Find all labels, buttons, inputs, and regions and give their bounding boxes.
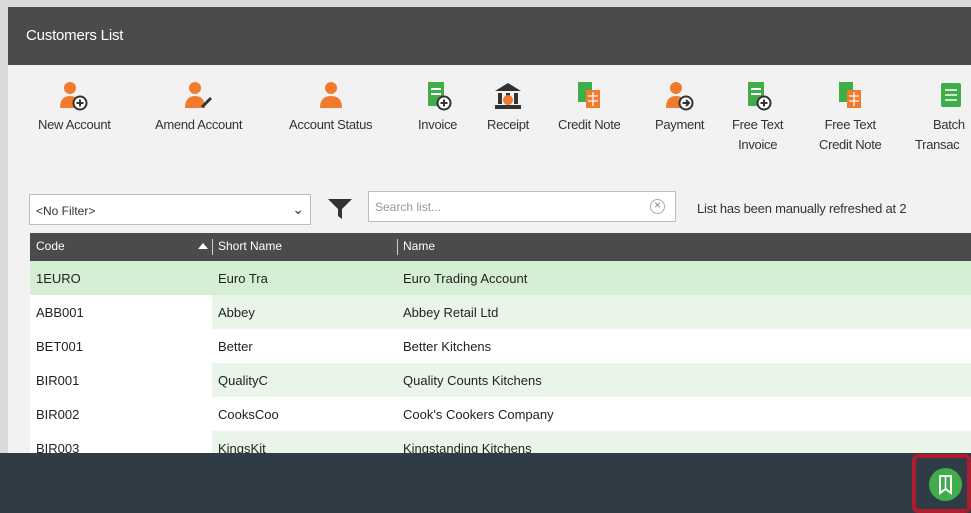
chevron-down-icon: ⌄ xyxy=(292,201,304,217)
taskbar xyxy=(0,453,971,513)
free-text-credit-note-label-2: Credit Note xyxy=(819,137,882,152)
invoice-button[interactable]: Invoice xyxy=(418,77,457,135)
bank-icon xyxy=(493,77,523,115)
invoice-label: Invoice xyxy=(418,117,458,132)
cell-short-name: Abbey xyxy=(218,305,255,320)
batch-transaction-button[interactable]: Batch Transac xyxy=(915,77,967,155)
column-header-name[interactable]: Name xyxy=(403,239,435,253)
bookmark-icon xyxy=(929,468,962,501)
filter-select[interactable]: <No Filter> ⌄ xyxy=(29,194,311,225)
amend-account-button[interactable]: Amend Account xyxy=(155,77,242,135)
cell-code: BIR003 xyxy=(36,441,80,453)
cell-name: Abbey Retail Ltd xyxy=(403,305,499,320)
person-edit-icon xyxy=(184,77,214,115)
person-icon xyxy=(316,77,346,115)
free-text-invoice-button[interactable]: Free Text Invoice xyxy=(732,77,784,155)
cell-code: 1EURO xyxy=(36,271,81,286)
funnel-filter-icon[interactable] xyxy=(327,198,353,225)
window-title: Customers List xyxy=(26,27,124,44)
cell-short-name: Euro Tra xyxy=(218,271,268,286)
clear-search-icon[interactable] xyxy=(650,198,665,214)
free-text-invoice-label: Free Text xyxy=(732,117,784,132)
table-row[interactable]: BIR001 QualityC Quality Counts Kitchens xyxy=(30,363,971,397)
table-row[interactable]: BIR002 CooksCoo Cook's Cookers Company xyxy=(30,397,971,431)
credit-note-icon xyxy=(574,77,604,115)
title-bar: Customers List xyxy=(8,7,971,65)
batch-transaction-icon xyxy=(937,77,967,115)
customers-grid: Code Short Name Name 1EURO Euro Tra Euro… xyxy=(30,233,971,453)
cell-code: BIR001 xyxy=(36,373,80,388)
account-status-button[interactable]: Account Status xyxy=(289,77,373,135)
cell-short-name: QualityC xyxy=(218,373,268,388)
account-status-label: Account Status xyxy=(289,117,373,132)
cell-name: Better Kitchens xyxy=(403,339,492,354)
table-row[interactable]: ABB001 Abbey Abbey Retail Ltd xyxy=(30,295,971,329)
free-text-credit-note-icon xyxy=(835,77,865,115)
filter-select-value: <No Filter> xyxy=(36,204,96,218)
table-row[interactable]: 1EURO Euro Tra Euro Trading Account xyxy=(30,261,971,295)
amend-account-label: Amend Account xyxy=(155,117,243,132)
credit-note-button[interactable]: Credit Note xyxy=(558,77,621,135)
sort-ascending-icon xyxy=(198,243,208,249)
cell-short-name: CooksCoo xyxy=(218,407,279,422)
invoice-add-icon xyxy=(423,77,453,115)
search-input[interactable]: Search list... xyxy=(368,191,676,222)
cell-code: BIR002 xyxy=(36,407,80,422)
person-payment-icon xyxy=(665,77,695,115)
window-content: New Account Amend Account Account Status xyxy=(13,65,971,453)
free-text-credit-note-label: Free Text xyxy=(824,117,877,132)
credit-note-label: Credit Note xyxy=(558,117,621,132)
free-text-invoice-label-2: Invoice xyxy=(738,137,778,152)
filter-bar: <No Filter> ⌄ Search list... List has be… xyxy=(13,189,971,225)
table-row[interactable]: BIR003 KingsKit Kingstanding Kitchens xyxy=(30,431,971,453)
cell-short-name: KingsKit xyxy=(218,441,266,453)
cell-name: Cook's Cookers Company xyxy=(403,407,554,422)
payment-button[interactable]: Payment xyxy=(655,77,705,135)
payment-label: Payment xyxy=(655,117,705,132)
cell-short-name: Better xyxy=(218,339,253,354)
cell-name: Quality Counts Kitchens xyxy=(403,373,542,388)
batch-transaction-label-2: Transac xyxy=(915,137,960,152)
table-row[interactable]: BET001 Better Better Kitchens xyxy=(30,329,971,363)
person-add-icon xyxy=(59,77,89,115)
column-header-code[interactable]: Code xyxy=(36,239,65,253)
toolbar: New Account Amend Account Account Status xyxy=(13,65,971,175)
cell-name: Kingstanding Kitchens xyxy=(403,441,532,453)
receipt-label: Receipt xyxy=(487,117,529,132)
free-text-invoice-icon xyxy=(743,77,773,115)
refresh-status-text: List has been manually refreshed at 2 xyxy=(697,201,907,216)
search-placeholder: Search list... xyxy=(375,200,442,214)
receipt-button[interactable]: Receipt xyxy=(487,77,529,135)
cell-code: ABB001 xyxy=(36,305,84,320)
column-separator[interactable] xyxy=(212,239,213,255)
tray-app-button[interactable] xyxy=(912,454,971,513)
free-text-credit-note-button[interactable]: Free Text Credit Note xyxy=(819,77,882,155)
column-separator[interactable] xyxy=(397,239,398,255)
cell-name: Euro Trading Account xyxy=(403,271,528,286)
batch-transaction-label: Batch xyxy=(933,117,965,132)
cell-code: BET001 xyxy=(36,339,83,354)
column-header-short-name[interactable]: Short Name xyxy=(218,239,282,253)
new-account-label: New Account xyxy=(38,117,111,132)
customers-list-window: Customers List New Account Amend Account xyxy=(8,7,971,453)
grid-header: Code Short Name Name xyxy=(30,233,971,261)
new-account-button[interactable]: New Account xyxy=(38,77,111,135)
